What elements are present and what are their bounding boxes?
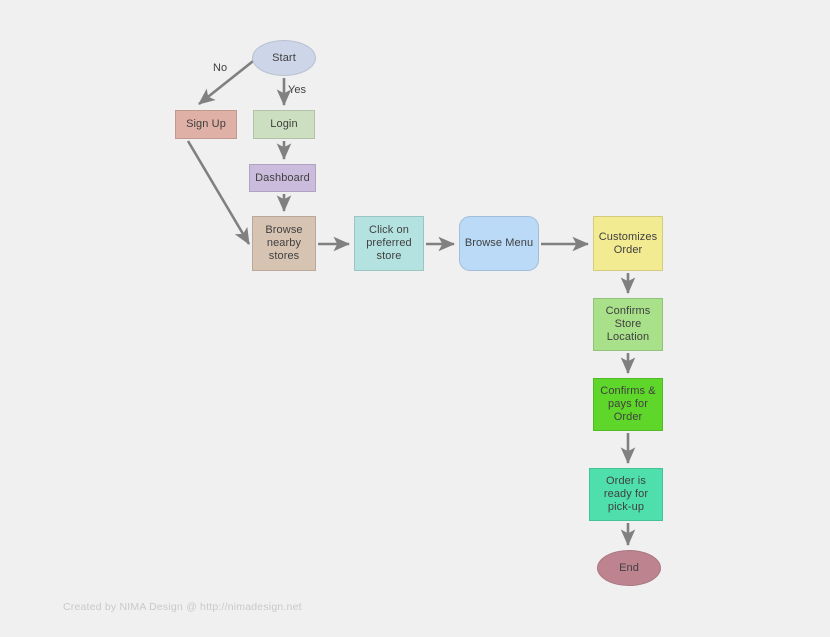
node-label-click-store: Click on preferred store bbox=[366, 224, 412, 262]
node-confirms-pays[interactable]: Confirms & pays for Order bbox=[593, 378, 663, 431]
node-login[interactable]: Login bbox=[253, 110, 315, 139]
node-label-confirms-pays: Confirms & pays for Order bbox=[600, 385, 656, 423]
node-browse-menu[interactable]: Browse Menu bbox=[459, 216, 539, 271]
node-label-login: Login bbox=[270, 118, 298, 130]
node-confirms-store[interactable]: Confirms Store Location bbox=[593, 298, 663, 351]
edge-start-to-signup bbox=[198, 56, 258, 106]
node-dashboard[interactable]: Dashboard bbox=[249, 164, 316, 192]
node-label-browse-stores: Browse nearby stores bbox=[265, 224, 303, 262]
flowchart-canvas: Start Sign Up Login Dashboard Browse nearby … bbox=[0, 0, 830, 637]
node-click-store[interactable]: Click on preferred store bbox=[354, 216, 424, 271]
edge-label-label-yes: Yes bbox=[288, 84, 306, 96]
edge-signup-to-browse-stores bbox=[186, 140, 251, 245]
credit-text: Created by NIMA Design @ http://nimadesi… bbox=[63, 601, 302, 613]
edge-label-label-no: No bbox=[213, 62, 228, 74]
node-label-confirms-store: Confirms Store Location bbox=[605, 305, 651, 343]
node-browse-stores[interactable]: Browse nearby stores bbox=[252, 216, 316, 271]
node-label-browse-menu: Browse Menu bbox=[464, 237, 534, 249]
node-label-signup: Sign Up bbox=[186, 118, 226, 130]
node-order-ready[interactable]: Order is ready for pick-up bbox=[589, 468, 663, 521]
node-end[interactable]: End bbox=[597, 550, 661, 586]
flowchart-edges bbox=[186, 56, 636, 547]
node-signup[interactable]: Sign Up bbox=[175, 110, 237, 139]
node-label-dashboard: Dashboard bbox=[255, 171, 310, 184]
node-label-customizes-order: Customizes Order bbox=[598, 230, 658, 256]
node-label-order-ready: Order is ready for pick-up bbox=[603, 475, 649, 513]
node-label-end: End bbox=[619, 561, 639, 574]
node-start[interactable]: Start bbox=[252, 40, 316, 76]
node-label-start: Start bbox=[272, 51, 296, 64]
node-customizes-order[interactable]: Customizes Order bbox=[593, 216, 663, 271]
